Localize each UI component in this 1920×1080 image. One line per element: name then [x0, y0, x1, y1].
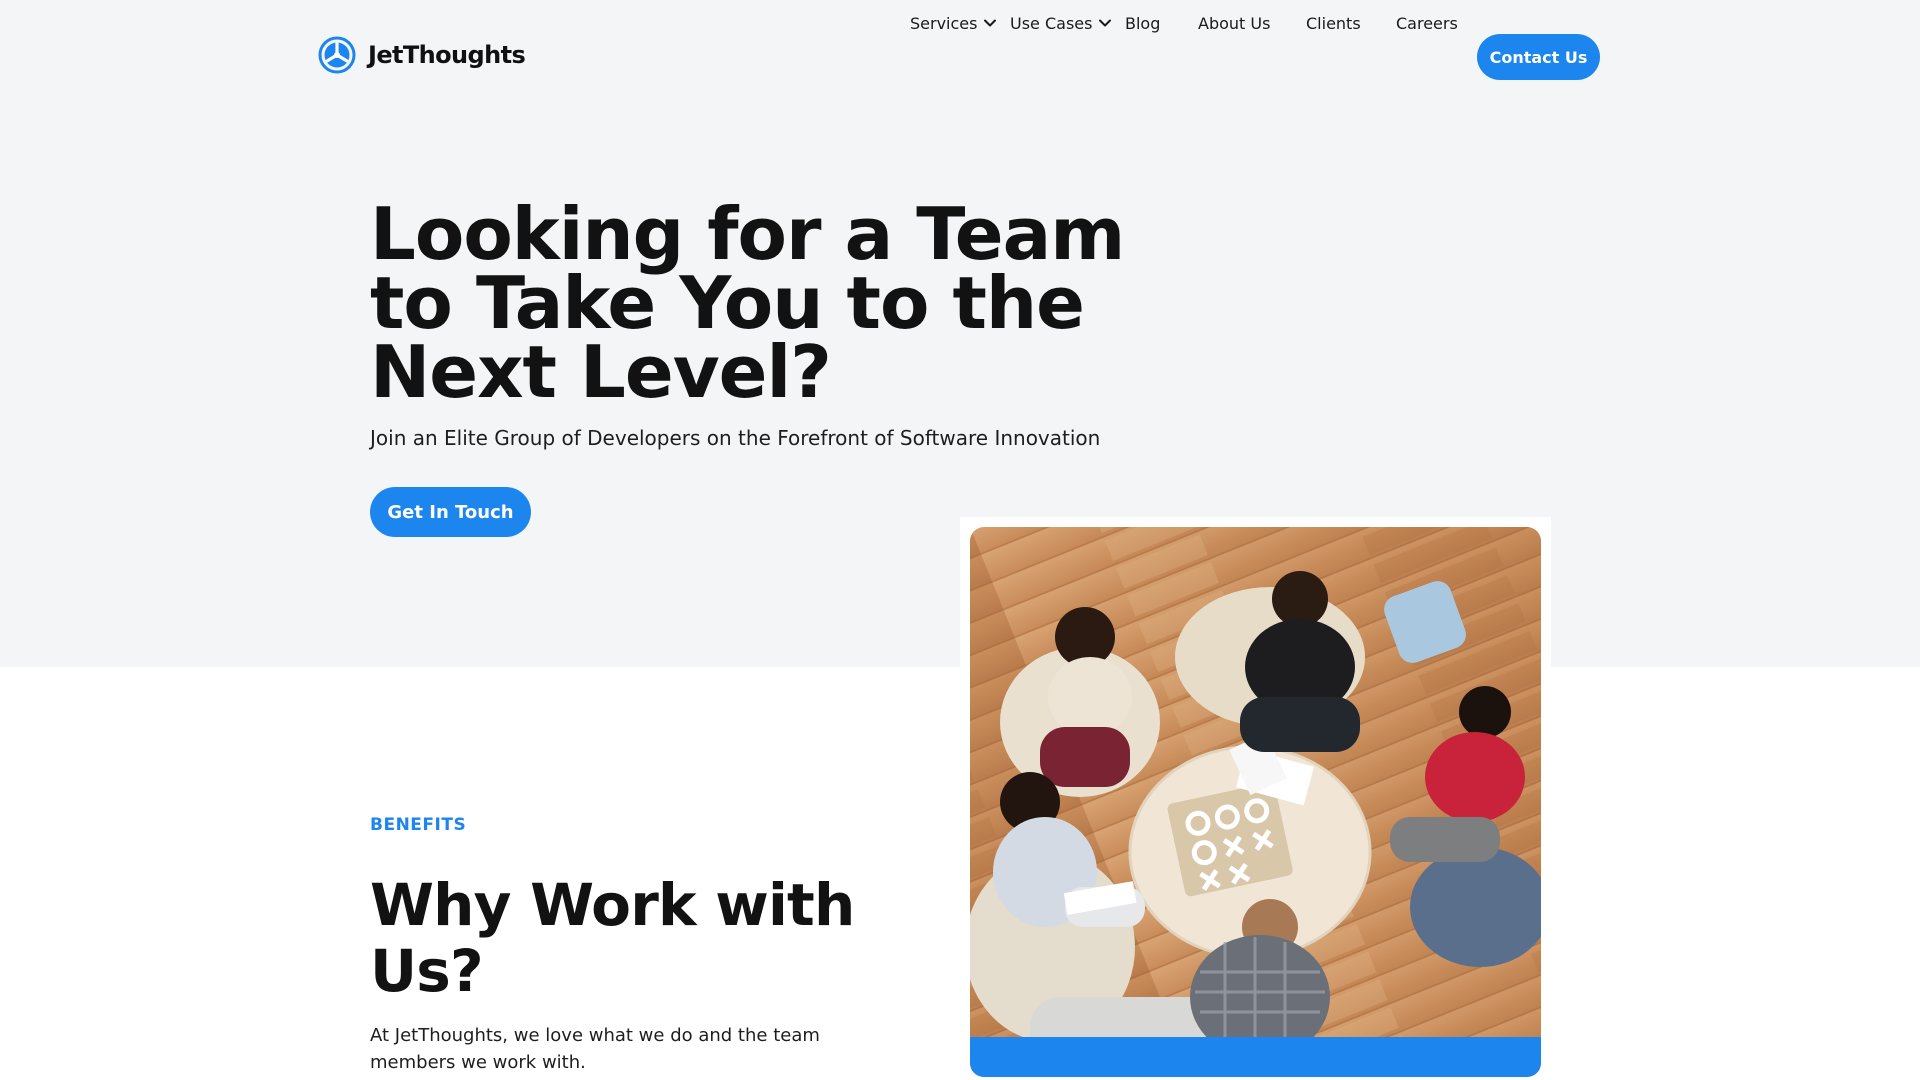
nav-item-about-us[interactable]: About Us — [1198, 0, 1270, 46]
site-header: JetThoughts Services Use Cases Blog Abou… — [0, 0, 1920, 114]
nav-item-label: Services — [910, 13, 978, 33]
logo-text: JetThoughts — [368, 41, 526, 69]
nav-item-label: About Us — [1198, 13, 1271, 33]
hero-subtitle: Join an Elite Group of Developers on the… — [370, 426, 1101, 450]
hero-title: Looking for a Team to Take You to the Ne… — [370, 192, 1125, 414]
nav-item-blog[interactable]: Blog — [1125, 0, 1160, 46]
nav-item-services[interactable]: Services — [910, 0, 997, 46]
nav-item-label: Use Cases — [1010, 13, 1093, 33]
nav-item-label: Careers — [1396, 13, 1458, 33]
section-eyebrow: BENEFITS — [370, 815, 467, 835]
nav-item-clients[interactable]: Clients — [1306, 0, 1361, 46]
nav-item-careers[interactable]: Careers — [1396, 0, 1458, 46]
jetthoughts-logo-icon — [318, 36, 356, 74]
nav-item-use-cases[interactable]: Use Cases — [1010, 0, 1112, 46]
get-in-touch-button[interactable]: Get In Touch — [370, 487, 531, 537]
nav-item-label: Blog — [1125, 13, 1161, 33]
section-body: At JetThoughts, we love what we do and t… — [370, 1025, 820, 1073]
photo-accent-bar — [970, 1037, 1541, 1077]
contact-us-button[interactable]: Contact Us — [1477, 34, 1600, 80]
section-title: Why Work with Us? — [370, 871, 855, 1005]
team-meeting-illustration — [970, 527, 1541, 1077]
chevron-down-icon — [984, 19, 997, 27]
logo-link[interactable]: JetThoughts — [318, 36, 526, 74]
chevron-down-icon — [1099, 19, 1112, 27]
nav-item-label: Clients — [1306, 13, 1361, 33]
team-meeting-photo — [970, 527, 1541, 1077]
